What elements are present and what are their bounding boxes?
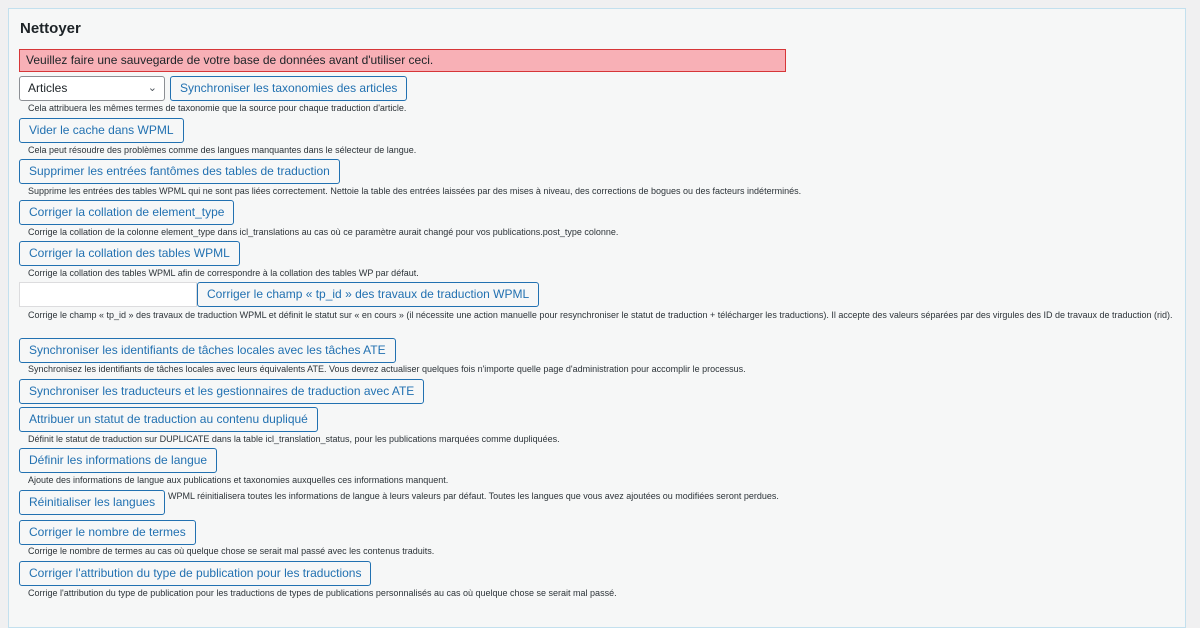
fix-post-type-assignment-button[interactable]: Corriger l'attribution du type de public… [19,561,372,586]
clear-cache-desc: Cela peut résoudre des problèmes comme d… [28,145,417,155]
sync-taxonomies-button[interactable]: Synchroniser les taxonomies des articles [170,76,408,101]
section-title: Nettoyer [20,20,81,37]
clear-cache-button[interactable]: Vider le cache dans WPML [19,118,184,143]
fix-element-type-collation-button[interactable]: Corriger la collation de element_type [19,200,235,225]
remove-ghost-entries-desc: Supprime les entrées des tables WPML qui… [28,186,802,196]
reset-languages-button[interactable]: Réinitialiser les langues [19,490,166,515]
remove-ghost-entries-button[interactable]: Supprimer les entrées fantômes des table… [19,159,340,184]
set-duplicate-status-button[interactable]: Attribuer un statut de traduction au con… [19,407,318,432]
sync-local-job-ids-desc: Synchronisez les identifiants de tâches … [28,364,746,374]
fix-wpml-tables-collation-button[interactable]: Corriger la collation des tables WPML [19,241,240,266]
fix-term-count-desc: Corrige le nombre de termes au cas où qu… [28,546,435,556]
post-type-select-value: Articles [28,81,68,95]
chevron-down-icon: ⌄ [147,82,157,94]
fix-term-count-button[interactable]: Corriger le nombre de termes [19,520,196,545]
backup-warning: Veuillez faire une sauvegarde de votre b… [19,49,786,72]
fix-tp-id-button[interactable]: Corriger le champ « tp_id » des travaux … [197,282,540,307]
fix-wpml-tables-collation-desc: Corrige la collation des tables WPML afi… [28,268,419,278]
reset-languages-desc: WPML réinitialisera toutes les informati… [168,491,779,501]
set-language-info-desc: Ajoute des informations de langue aux pu… [28,475,449,485]
fix-post-type-assignment-desc: Corrige l'attribution du type de publica… [28,588,617,598]
sync-translators-button[interactable]: Synchroniser les traducteurs et les gest… [19,379,425,404]
tp-id-input[interactable] [19,282,197,307]
set-duplicate-status-desc: Définit le statut de traduction sur DUPL… [28,434,560,444]
fix-element-type-collation-desc: Corrige la collation de la colonne eleme… [28,227,619,237]
sync-taxonomies-desc: Cela attribuera les mêmes termes de taxo… [28,103,407,113]
set-language-info-button[interactable]: Définir les informations de langue [19,448,218,473]
fix-tp-id-desc: Corrige le champ « tp_id » des travaux d… [28,310,1173,320]
sync-local-job-ids-button[interactable]: Synchroniser les identifiants de tâches … [19,338,396,363]
post-type-select[interactable]: Articles ⌄ [19,76,165,101]
cleanup-panel: Nettoyer Veuillez faire une sauvegarde d… [8,8,1186,628]
